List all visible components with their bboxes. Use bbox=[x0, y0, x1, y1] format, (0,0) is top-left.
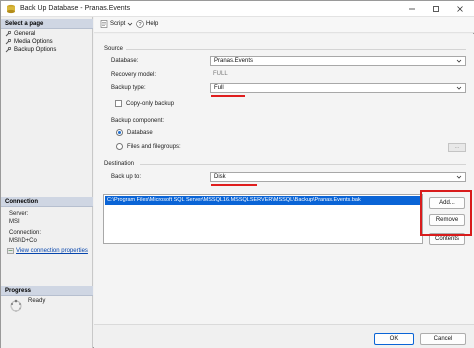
chevron-down-icon bbox=[456, 86, 462, 90]
component-files-radio[interactable]: Files and filegroups: bbox=[116, 143, 181, 150]
backup-type-value: Full bbox=[214, 85, 224, 91]
svg-text:?: ? bbox=[138, 22, 141, 28]
wrench-icon bbox=[5, 47, 11, 53]
ok-button[interactable]: OK bbox=[374, 333, 414, 345]
backup-database-dialog: Back Up Database - Pranas.Events Select … bbox=[0, 0, 474, 348]
help-button[interactable]: ? Help bbox=[136, 20, 158, 28]
backup-type-dropdown[interactable]: Full bbox=[210, 83, 466, 93]
component-database-radio[interactable]: Database bbox=[116, 129, 153, 136]
close-icon bbox=[457, 6, 463, 12]
maximize-button[interactable] bbox=[425, 2, 447, 16]
database-app-icon bbox=[7, 4, 15, 14]
maximize-icon bbox=[433, 6, 439, 12]
chevron-down-icon bbox=[456, 175, 462, 179]
filegroups-browse-button[interactable]: ... bbox=[448, 143, 466, 152]
minimize-icon bbox=[409, 8, 415, 10]
connection-value: MSI\D+Co bbox=[9, 238, 37, 244]
chevron-down-icon bbox=[456, 59, 462, 63]
source-divider bbox=[126, 49, 466, 50]
back-up-to-dropdown[interactable]: Disk bbox=[210, 172, 466, 182]
database-value: Pranas.Events bbox=[214, 58, 254, 64]
connection-properties-icon bbox=[7, 248, 14, 254]
script-label: Script bbox=[110, 21, 126, 27]
page-item-general[interactable]: General bbox=[5, 30, 35, 38]
page-item-media-options[interactable]: Media Options bbox=[5, 38, 53, 46]
chevron-down-icon bbox=[128, 22, 133, 26]
page-item-label: Backup Options bbox=[14, 47, 57, 53]
wrench-icon bbox=[5, 39, 11, 45]
connection-label: Connection: bbox=[9, 230, 42, 236]
dialog-footer: OK Cancel bbox=[94, 324, 474, 348]
recovery-model-value: FULL bbox=[210, 70, 330, 80]
backup-type-label: Backup type: bbox=[111, 85, 146, 91]
component-database-label: Database bbox=[127, 129, 153, 136]
title-bar: Back Up Database - Pranas.Events bbox=[1, 1, 474, 17]
connection-heading: Connection bbox=[1, 197, 93, 207]
destination-list[interactable]: C:\Program Files\Microsoft SQL Server\MS… bbox=[103, 194, 423, 244]
back-up-to-red-underline bbox=[211, 184, 257, 186]
script-button[interactable]: Script bbox=[100, 20, 133, 28]
component-files-label: Files and filegroups: bbox=[127, 143, 181, 150]
minimize-button[interactable] bbox=[401, 2, 423, 16]
page-item-label: General bbox=[14, 31, 36, 37]
destination-divider bbox=[140, 164, 466, 165]
radio-selected-icon bbox=[116, 129, 123, 136]
page-item-backup-options[interactable]: Backup Options bbox=[5, 46, 56, 54]
toolbar: Script ? Help bbox=[94, 17, 474, 33]
backup-component-label: Backup component: bbox=[111, 118, 165, 124]
destination-list-item[interactable]: C:\Program Files\Microsoft SQL Server\MS… bbox=[105, 196, 421, 205]
select-page-heading: Select a page bbox=[1, 19, 93, 29]
progress-heading: Progress bbox=[1, 286, 93, 296]
window-title: Back Up Database - Pranas.Events bbox=[20, 5, 131, 12]
server-label: Server: bbox=[9, 211, 29, 217]
progress-status: Ready bbox=[28, 298, 46, 304]
back-up-to-value: Disk bbox=[214, 174, 226, 180]
recovery-model-label: Recovery model: bbox=[111, 72, 157, 78]
left-pane: Select a page General Media Options Back… bbox=[1, 17, 93, 348]
database-dropdown[interactable]: Pranas.Events bbox=[210, 56, 466, 66]
database-label: Database: bbox=[111, 58, 139, 64]
server-value: MSI bbox=[9, 219, 20, 225]
radio-unselected-icon bbox=[116, 143, 123, 150]
close-button[interactable] bbox=[449, 2, 471, 16]
view-connection-properties-link[interactable]: View connection properties bbox=[7, 248, 88, 254]
copy-only-label: Copy-only backup bbox=[126, 100, 175, 107]
copy-only-checkbox[interactable]: Copy-only backup bbox=[115, 100, 174, 107]
view-connection-link-label: View connection properties bbox=[16, 248, 88, 254]
page-item-label: Media Options bbox=[14, 39, 53, 45]
destination-group-label: Destination bbox=[104, 161, 135, 167]
back-up-to-label: Back up to: bbox=[111, 174, 142, 180]
source-group-label: Source bbox=[104, 46, 124, 52]
general-page-content: Source Database: Pranas.Events Recovery … bbox=[94, 34, 474, 324]
cancel-button[interactable]: Cancel bbox=[420, 333, 466, 345]
add-remove-red-highlight bbox=[420, 190, 472, 236]
progress-spinner-icon bbox=[10, 299, 22, 312]
help-label: Help bbox=[146, 21, 159, 27]
backup-type-red-underline bbox=[211, 95, 245, 97]
help-icon: ? bbox=[136, 20, 144, 28]
wrench-icon bbox=[5, 31, 11, 37]
script-icon bbox=[100, 20, 108, 28]
checkbox-box bbox=[115, 100, 122, 107]
